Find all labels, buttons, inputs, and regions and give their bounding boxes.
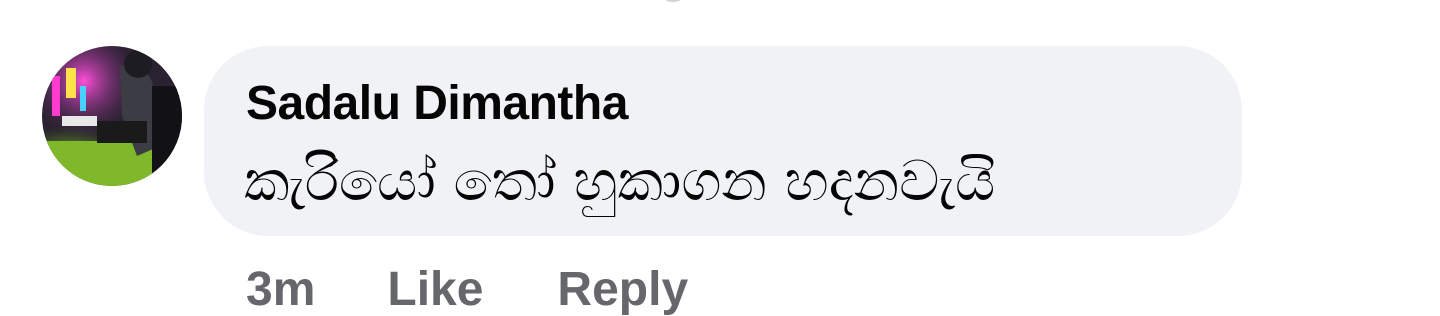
avatar-photo [42,46,182,186]
comment-timestamp[interactable]: 3m [246,262,315,316]
comment-page: Sadalu Dimantha කැරියෝ තෝ හුකාගන හදනවැයි… [0,0,1440,316]
comment-author-name[interactable]: Sadalu Dimantha [246,76,628,132]
like-button[interactable]: Like [387,262,483,316]
reply-button[interactable]: Reply [557,262,688,316]
comment-actions: 3m Like Reply [246,262,688,316]
avatar[interactable] [42,46,182,186]
comment-text: කැරියෝ තෝ හුකාගන හදනවැයි [244,149,996,214]
previous-content-fragment [664,0,682,2]
